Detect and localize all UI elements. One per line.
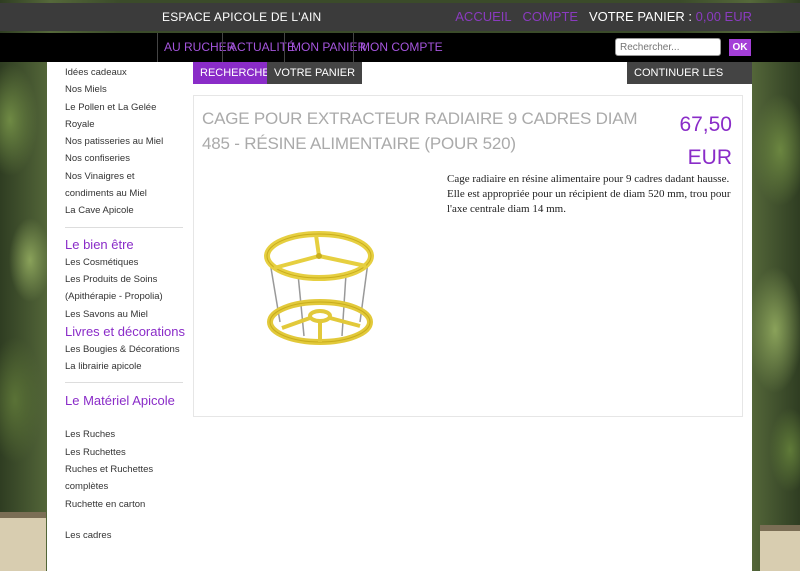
category-sidebar: Idées cadeaux Nos Miels Le Pollen et La … (65, 62, 185, 544)
sidebar-item-idees-cadeaux[interactable]: Idées cadeaux (65, 64, 185, 81)
sidebar-item-ruches-completes-2[interactable]: complètes (65, 478, 185, 495)
product-price: 67,50 EUR (662, 108, 732, 174)
continuer-achats-button[interactable]: CONTINUER LES ACHATS (627, 62, 752, 101)
main-nav: AU RUCHER ACTUALITÉ MON PANIER MON COMPT… (0, 33, 800, 62)
votre-panier-button[interactable]: VOTRE PANIER (267, 62, 363, 84)
sidebar-item-vinaigres[interactable]: Nos Vinaigres et (65, 168, 185, 185)
top-bar: ESPACE APICOLE DE L'AIN ACCUEIL COMPTE V… (0, 3, 800, 31)
nav-mon-compte[interactable]: MON COMPTE (353, 33, 449, 62)
sidebar-item-librairie[interactable]: La librairie apicole (65, 358, 185, 375)
sidebar-item-patisseries[interactable]: Nos patisseries au Miel (65, 133, 185, 150)
price-currency: EUR (687, 146, 732, 169)
sidebar-item-bougies[interactable]: Les Bougies & Décorations (65, 341, 185, 358)
search-ok-button[interactable]: OK (729, 39, 751, 56)
accueil-link[interactable]: ACCUEIL (455, 9, 511, 24)
search-input[interactable] (615, 38, 721, 56)
page-content: Idées cadeaux Nos Miels Le Pollen et La … (47, 62, 752, 571)
beehive-right (760, 525, 800, 571)
sidebar-item-confiseries[interactable]: Nos confiseries (65, 150, 185, 167)
cart-label[interactable]: VOTRE PANIER : (589, 9, 692, 24)
sidebar-item-ruchettes[interactable]: Les Ruchettes (65, 444, 185, 461)
sidebar-heading-materiel[interactable]: Le Matériel Apicole (65, 392, 185, 410)
sidebar-item-ruches-completes[interactable]: Ruches et Ruchettes (65, 461, 185, 478)
sidebar-item-cave[interactable]: La Cave Apicole (65, 202, 185, 219)
site-title[interactable]: ESPACE APICOLE DE L'AIN (162, 10, 321, 24)
sidebar-heading-livres[interactable]: Livres et décorations (65, 323, 185, 341)
top-links: ACCUEIL COMPTE VOTRE PANIER : 0,00 EUR (455, 9, 752, 24)
sidebar-divider (65, 382, 183, 384)
sidebar-item-vinaigres-2[interactable]: condiments au Miel (65, 185, 185, 202)
extractor-cage-image (264, 231, 374, 345)
sidebar-item-ruchette-carton[interactable]: Ruchette en carton (65, 496, 185, 513)
sidebar-item-savons[interactable]: Les Savons au Miel (65, 306, 185, 323)
sidebar-item-pollen-2[interactable]: Royale (65, 116, 185, 133)
price-value: 67,50 (679, 113, 732, 136)
sidebar-item-cosmetiques[interactable]: Les Cosmétiques (65, 254, 185, 271)
sidebar-heading-bien-etre[interactable]: Le bien être (65, 236, 185, 254)
compte-link[interactable]: COMPTE (522, 9, 578, 24)
product-description: Cage radiaire en résine alimentaire pour… (447, 173, 731, 215)
sidebar-item-soins[interactable]: Les Produits de Soins (65, 271, 185, 288)
sidebar-item-ruches[interactable]: Les Ruches (65, 426, 185, 443)
product-card: CAGE POUR EXTRACTEUR RADIAIRE 9 CADRES D… (193, 95, 743, 417)
sidebar-divider (65, 226, 183, 228)
product-title: CAGE POUR EXTRACTEUR RADIAIRE 9 CADRES D… (202, 109, 638, 153)
sidebar-item-cadres[interactable]: Les cadres (65, 527, 185, 544)
beehive-left (0, 512, 46, 571)
sidebar-item-pollen[interactable]: Le Pollen et La Gelée (65, 99, 185, 116)
sidebar-item-nos-miels[interactable]: Nos Miels (65, 81, 185, 98)
cart-amount[interactable]: 0,00 EUR (696, 9, 752, 24)
sidebar-item-soins-2[interactable]: (Apithérapie - Propolia) (65, 288, 185, 305)
